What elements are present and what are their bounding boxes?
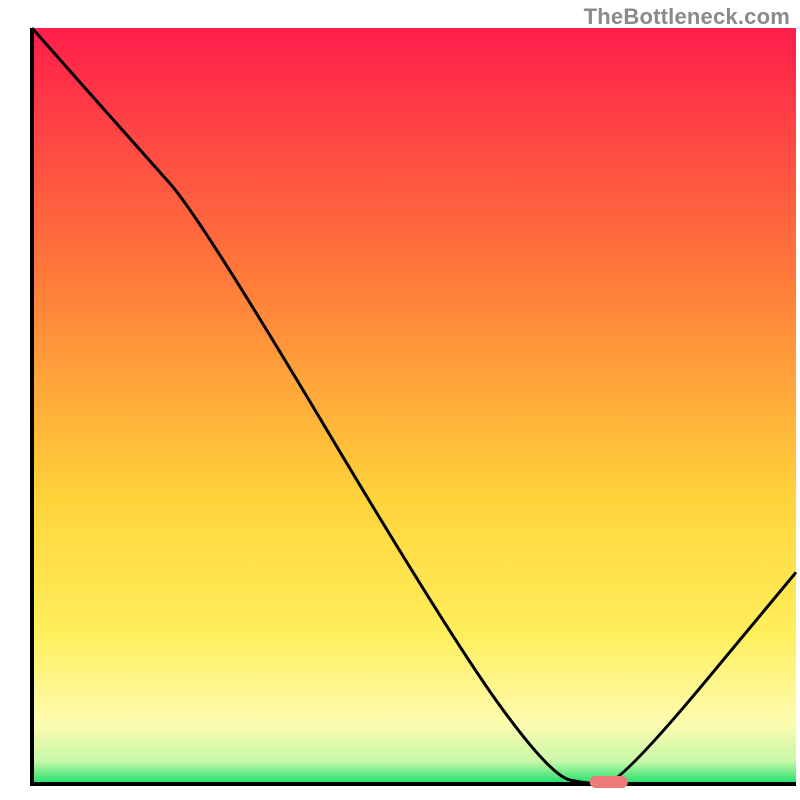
bottleneck-chart: TheBottleneck.com [0, 0, 800, 800]
chart-svg [0, 0, 800, 800]
plot-background [32, 28, 796, 784]
optimal-marker [590, 776, 628, 788]
watermark-label: TheBottleneck.com [584, 4, 790, 30]
